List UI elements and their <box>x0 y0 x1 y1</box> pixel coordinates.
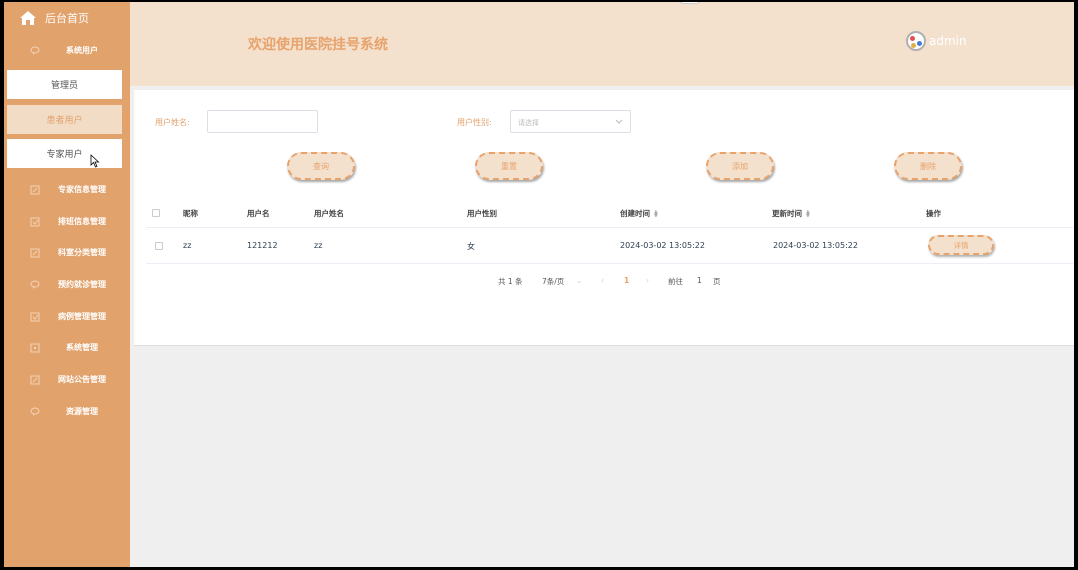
sidebar-home-label: 后台首页 <box>45 12 89 25</box>
reset-button[interactable]: 重置 <box>475 152 543 180</box>
sidebar-item-label: 排班信息管理 <box>58 217 106 226</box>
avatar-dot <box>910 36 915 41</box>
sidebar-item-label: 预约就诊管理 <box>58 280 106 289</box>
avatar[interactable] <box>906 31 926 51</box>
add-button[interactable]: 添加 <box>706 152 774 180</box>
checklist-icon <box>30 217 40 227</box>
sidebar-sub-patient-users[interactable]: 患者用户 <box>7 105 122 134</box>
chat-icon <box>30 280 40 289</box>
goto-page-input[interactable]: 1 <box>697 276 702 285</box>
cell-username: 121212 <box>247 241 278 250</box>
page-size-select[interactable]: 7条/页 <box>542 276 564 287</box>
page-suffix: 页 <box>713 277 721 286</box>
sidebar-item-resources[interactable]: 资源管理 <box>4 401 130 425</box>
gender-filter-select[interactable]: 请选择 <box>510 110 631 133</box>
cell-created: 2024-03-02 13:05:22 <box>620 241 705 250</box>
sort-icon[interactable]: ▲ ▼ <box>654 210 658 219</box>
sidebar-item-system[interactable]: 系统管理 <box>4 337 130 361</box>
sidebar-home[interactable]: 后台首页 <box>4 2 130 34</box>
column-header: 用户性别 <box>467 209 497 218</box>
sidebar-item-label: 系统管理 <box>66 343 98 352</box>
column-header-created[interactable]: 创建时间 ▲ ▼ <box>620 208 658 219</box>
current-page[interactable]: 1 <box>624 276 629 285</box>
sidebar-item-department[interactable]: 科室分类管理 <box>4 242 130 266</box>
sidebar-item-label: 专家信息管理 <box>58 185 106 194</box>
sidebar-sub-expert-users[interactable]: 专家用户 <box>7 139 122 168</box>
sidebar-item-label: 网站公告管理 <box>58 375 106 384</box>
gender-filter-label: 用户性别: <box>457 118 492 127</box>
edit-icon <box>30 185 40 195</box>
edit-icon <box>30 248 40 258</box>
settings-box-icon <box>30 343 40 353</box>
page-size-chevron-icon[interactable]: ⌄ <box>576 276 582 285</box>
query-button[interactable]: 查询 <box>287 152 355 180</box>
select-all-checkbox[interactable] <box>152 209 160 217</box>
sidebar-item-label: 科室分类管理 <box>58 248 106 257</box>
window-notch <box>678 2 702 4</box>
header: 欢迎使用医院挂号系统 admin <box>130 2 1074 86</box>
name-filter-input[interactable] <box>207 110 318 133</box>
sidebar-item-expert-info[interactable]: 专家信息管理 <box>4 179 130 203</box>
chat-icon <box>30 407 40 416</box>
column-header: 用户姓名 <box>314 209 344 218</box>
home-icon <box>20 11 36 25</box>
sidebar-item-label: 病例管理管理 <box>58 312 106 321</box>
sidebar-item-label: 系统用户 <box>66 46 98 55</box>
gender-select-placeholder: 请选择 <box>518 119 539 127</box>
prev-page-icon[interactable]: ‹ <box>601 276 604 285</box>
sidebar-item-system-users[interactable]: 系统用户 <box>4 40 130 64</box>
checklist-icon <box>30 312 40 322</box>
delete-button[interactable]: 删除 <box>894 152 962 180</box>
main-panel: 用户姓名: 用户性别: 请选择 查询 重置 添加 删除 昵称 用户名 用户姓名 … <box>134 90 1074 346</box>
column-header-updated[interactable]: 更新时间 ▲ ▼ <box>772 208 810 219</box>
edit-icon <box>30 375 40 385</box>
avatar-dot <box>911 43 916 48</box>
sidebar: 后台首页 系统用户 管理员 患者用户 专家用户 专家信息管理 排班信息管理 科室… <box>4 2 130 567</box>
column-header-label: 更新时间 <box>772 209 802 218</box>
mouse-cursor-icon <box>90 154 100 168</box>
avatar-dot <box>917 41 922 46</box>
column-header: 用户名 <box>247 209 270 218</box>
chat-icon <box>30 46 40 55</box>
app-window: 后台首页 系统用户 管理员 患者用户 专家用户 专家信息管理 排班信息管理 科室… <box>4 2 1074 567</box>
table-header: 昵称 用户名 用户姓名 用户性别 创建时间 ▲ ▼ 更新时间 ▲ ▼ 操作 <box>146 198 1074 228</box>
cell-realname: zz <box>314 241 323 250</box>
next-page-icon[interactable]: › <box>646 276 649 285</box>
name-filter-label: 用户姓名: <box>155 118 190 127</box>
sidebar-item-announcement[interactable]: 网站公告管理 <box>4 369 130 393</box>
page-title: 欢迎使用医院挂号系统 <box>248 37 388 53</box>
sort-icon[interactable]: ▲ ▼ <box>806 210 810 219</box>
username-label[interactable]: admin <box>929 34 967 48</box>
column-header: 昵称 <box>183 209 198 218</box>
sidebar-item-label: 资源管理 <box>66 407 98 416</box>
sidebar-item-cases[interactable]: 病例管理管理 <box>4 306 130 330</box>
detail-button[interactable]: 详情 <box>928 235 994 255</box>
column-header-label: 创建时间 <box>620 209 650 218</box>
table-row: zz 121212 zz 女 2024-03-02 13:05:22 2024-… <box>146 228 1074 264</box>
row-checkbox[interactable] <box>155 242 163 250</box>
pagination-total: 共 1 条 <box>498 277 523 286</box>
chevron-down-icon <box>615 119 623 124</box>
sidebar-sub-admin[interactable]: 管理员 <box>7 70 122 99</box>
goto-label: 前往 <box>668 277 683 286</box>
sidebar-item-schedule[interactable]: 排班信息管理 <box>4 211 130 235</box>
column-header: 操作 <box>926 209 941 218</box>
sidebar-item-appointment[interactable]: 预约就诊管理 <box>4 274 130 298</box>
cell-nickname: zz <box>183 241 192 250</box>
cell-gender: 女 <box>467 242 475 251</box>
cell-updated: 2024-03-02 13:05:22 <box>773 241 858 250</box>
